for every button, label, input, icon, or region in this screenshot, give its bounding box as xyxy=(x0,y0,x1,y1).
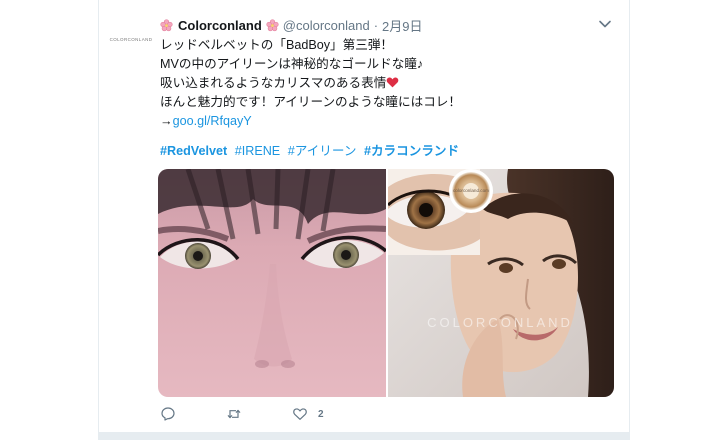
link-arrow: → xyxy=(160,114,173,128)
tweet-line: ほんと魅力的です！アイリーンのような瞳にはコレ！ xyxy=(160,95,461,109)
tweet-line: レッドベルベットの「BadBoy」第三弾！ xyxy=(160,38,394,52)
cherry-blossom-icon xyxy=(266,18,279,31)
reply-button[interactable] xyxy=(160,406,176,422)
cherry-blossom-icon xyxy=(160,18,173,31)
retweet-icon xyxy=(227,409,241,419)
tweet-media-grid: colorconland.com COLORCONLAND xyxy=(158,169,614,397)
like-count: 2 xyxy=(318,408,324,420)
like-button[interactable]: 2 xyxy=(292,406,324,422)
avatar-logo-text: COLORCONLAND xyxy=(109,36,153,42)
tweet-line-text: 吸い込まれるようなカリスマのある表情 xyxy=(160,76,387,90)
hashtag-link[interactable]: #RedVelvet xyxy=(160,144,227,158)
lens-label: colorconland.com xyxy=(453,188,489,193)
tweet-link-line: →goo.gl/RfqayY xyxy=(160,112,600,131)
media-photo-left[interactable] xyxy=(158,169,388,397)
reply-icon xyxy=(161,407,175,421)
media-photo-right[interactable]: colorconland.com COLORCONLAND xyxy=(386,169,614,397)
tweet-text: レッドベルベットの「BadBoy」第三弾！ MVの中のアイリーンは神秘的なゴール… xyxy=(160,36,600,131)
watermark-text: COLORCONLAND xyxy=(427,315,573,330)
tweet-line: 吸い込まれるようなカリスマのある表情 xyxy=(160,74,600,93)
hashtag-link[interactable]: #IRENE xyxy=(235,144,281,158)
hashtag-row: #RedVelvet #IRENE #アイリーン #カラコンランド xyxy=(160,140,463,159)
tweet-link[interactable]: goo.gl/RfqayY xyxy=(173,114,252,128)
retweet-button[interactable] xyxy=(226,406,242,422)
model-lens-photo: colorconland.com COLORCONLAND xyxy=(386,169,614,397)
red-heart-icon xyxy=(386,77,399,88)
closeup-eyes-photo xyxy=(158,169,388,397)
header-separator: · xyxy=(373,17,379,33)
hashtag-link[interactable]: #カラコンランド xyxy=(364,144,459,158)
tweet-line: MVの中のアイリーンは神秘的なゴールドな瞳♪ xyxy=(160,57,424,71)
tweet-header: Colorconland @colorconland · 2月9日 xyxy=(160,15,423,35)
tweet-date[interactable]: 2月9日 xyxy=(382,16,422,35)
chevron-down-icon[interactable] xyxy=(598,17,612,31)
hashtag-link[interactable]: #アイリーン xyxy=(288,144,357,158)
card-bottom-divider xyxy=(98,432,629,440)
avatar[interactable]: COLORCONLAND xyxy=(108,16,154,62)
tweet-actions: 2 xyxy=(160,404,374,424)
user-handle[interactable]: @colorconland xyxy=(283,18,370,33)
display-name[interactable]: Colorconland xyxy=(178,18,262,33)
heart-icon xyxy=(293,408,307,420)
